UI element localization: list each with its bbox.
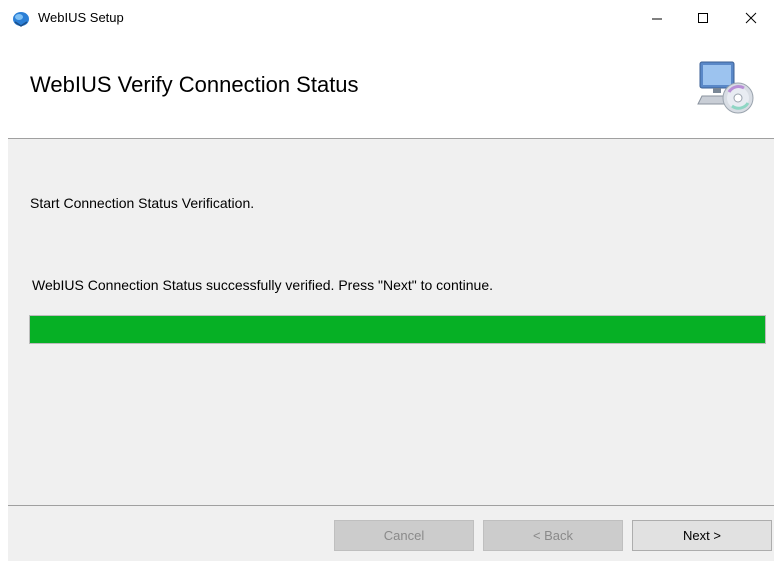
progress-fill — [30, 316, 765, 343]
computer-disc-icon — [697, 61, 754, 114]
start-verification-text: Start Connection Status Verification. — [30, 195, 255, 211]
page-title: WebIUS Verify Connection Status — [30, 72, 359, 97]
maximize-icon — [698, 13, 708, 23]
next-button[interactable]: Next > — [632, 520, 772, 551]
title-bar[interactable]: WebIUS Setup — [0, 0, 774, 36]
close-icon — [745, 12, 757, 24]
header-banner: WebIUS Verify Connection Status — [0, 36, 774, 138]
minimize-icon — [652, 18, 662, 20]
minimize-button[interactable] — [634, 0, 680, 36]
window-title: WebIUS Setup — [38, 10, 124, 25]
maximize-button[interactable] — [680, 0, 726, 36]
cancel-button[interactable]: Cancel — [334, 520, 474, 551]
app-icon — [13, 12, 29, 27]
button-bar: Cancel < Back Next > — [8, 506, 774, 561]
content-area: Start Connection Status Verification. We… — [8, 139, 774, 505]
close-button[interactable] — [728, 0, 774, 36]
progress-bar — [29, 315, 766, 344]
back-button[interactable]: < Back — [483, 520, 623, 551]
setup-window: WebIUS Setup WebIUS Verify Connection St… — [0, 0, 774, 561]
status-message: WebIUS Connection Status successfully ve… — [32, 277, 494, 293]
